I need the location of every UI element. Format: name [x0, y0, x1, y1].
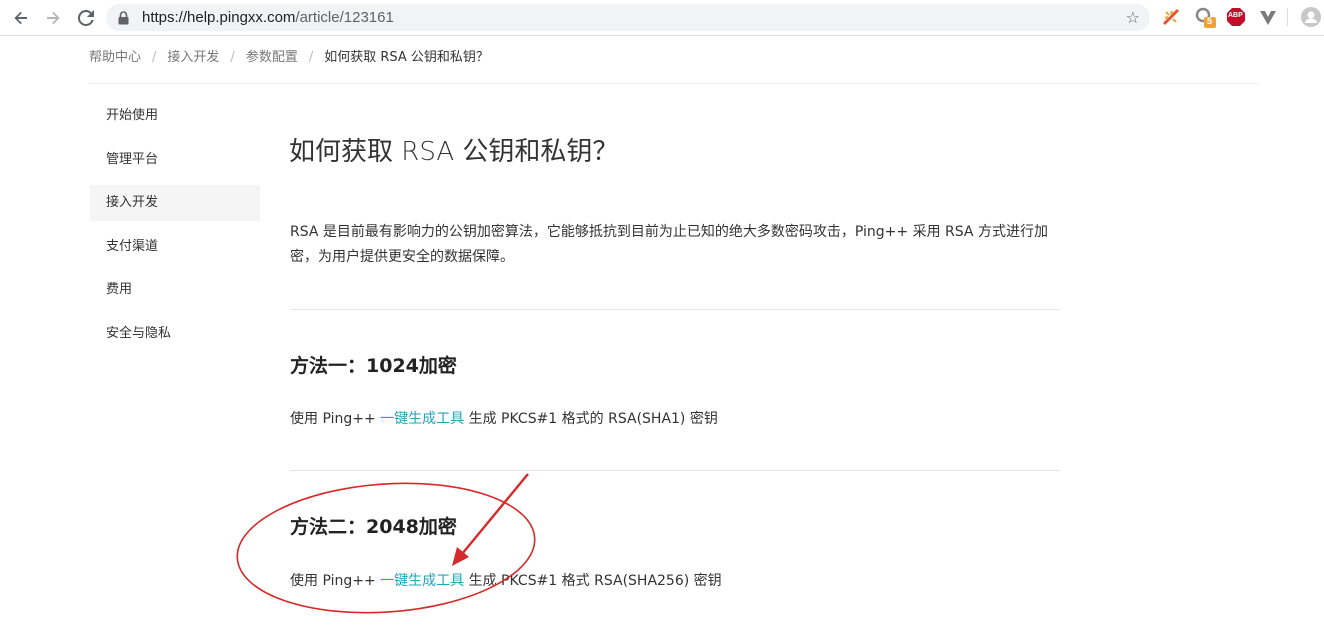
- adblock-label: ABP: [1228, 12, 1243, 19]
- breadcrumb-divider: [89, 83, 1259, 84]
- breadcrumb-item-help-center[interactable]: 帮助中心: [89, 46, 141, 65]
- breadcrumb-current: 如何获取 RSA 公钥和私钥？: [324, 50, 489, 65]
- back-icon[interactable]: [8, 5, 34, 31]
- sidebar-item-dashboard[interactable]: 管理平台: [90, 142, 260, 178]
- bookmark-star-icon[interactable]: ☆: [1126, 8, 1140, 27]
- url-host: https://help.pingxx.com: [142, 9, 296, 26]
- address-bar[interactable]: https://help.pingxx.com/article/123161 ☆: [106, 4, 1150, 31]
- method2-suffix: 生成 PKCS#1 格式 RSA(SHA256) 密钥: [464, 573, 722, 589]
- method2-paragraph: 使用 Ping++ 一键生成工具 生成 PKCS#1 格式 RSA(SHA256…: [290, 570, 722, 590]
- toolbar-divider: [1287, 8, 1288, 26]
- method1-prefix: 使用 Ping++: [290, 411, 381, 427]
- sidebar-item-getting-started[interactable]: 开始使用: [90, 98, 260, 134]
- method1-paragraph: 使用 Ping++ 一键生成工具 生成 PKCS#1 格式的 RSA(SHA1)…: [290, 408, 718, 428]
- method1-heading: 方法一：1024加密: [290, 355, 457, 377]
- method2-heading: 方法二：2048加密: [290, 516, 457, 538]
- adblock-icon[interactable]: ABP: [1226, 7, 1246, 27]
- forward-icon[interactable]: [40, 5, 66, 31]
- page-title: 如何获取 RSA 公钥和私钥？: [289, 137, 619, 167]
- breadcrumb-separator: /: [308, 50, 314, 65]
- extension-vue-icon[interactable]: [1258, 7, 1278, 27]
- breadcrumb-separator: /: [152, 50, 157, 65]
- intro-paragraph: RSA 是目前最有影响力的公钥加密算法，它能够抵抗到目前为止已知的绝大多数密码攻…: [290, 224, 1048, 265]
- method2-generator-link[interactable]: 一键生成工具: [380, 573, 464, 589]
- sidebar-item-fees[interactable]: 费用: [90, 272, 260, 308]
- annotation-ellipse: [236, 482, 536, 614]
- section-divider: [290, 470, 1060, 471]
- reload-icon[interactable]: [73, 5, 99, 31]
- profile-avatar-icon[interactable]: [1301, 7, 1321, 27]
- section-divider: [290, 309, 1060, 310]
- extension-sparkle-icon[interactable]: [1161, 7, 1181, 27]
- url-text[interactable]: https://help.pingxx.com/article/123161: [142, 9, 394, 26]
- extension-badge-count: 5: [1207, 16, 1213, 26]
- sidebar-item-integration[interactable]: 接入开发: [90, 185, 260, 221]
- breadcrumb-item-integration[interactable]: 接入开发: [167, 46, 219, 65]
- extension-badge-icon[interactable]: 5: [1195, 7, 1216, 28]
- browser-toolbar: https://help.pingxx.com/article/123161 ☆…: [0, 0, 1324, 36]
- lock-icon: [118, 10, 129, 29]
- sidebar-nav: 开始使用 管理平台 接入开发 支付渠道 费用 安全与隐私: [90, 98, 260, 359]
- method2-prefix: 使用 Ping++: [290, 573, 381, 589]
- method1-generator-link[interactable]: 一键生成工具: [380, 411, 464, 427]
- breadcrumb-item-config[interactable]: 参数配置: [246, 46, 298, 65]
- breadcrumb: 帮助中心 / 接入开发 / 参数配置 / 如何获取 RSA 公钥和私钥？: [89, 46, 489, 66]
- url-path: /article/123161: [295, 9, 394, 26]
- annotation-arrow-line: [461, 473, 529, 555]
- sidebar-item-payment-channels[interactable]: 支付渠道: [90, 229, 260, 265]
- breadcrumb-separator: /: [230, 50, 235, 65]
- sidebar-item-security-privacy[interactable]: 安全与隐私: [90, 316, 260, 352]
- annotation-arrow-head: [452, 547, 469, 566]
- method1-suffix: 生成 PKCS#1 格式的 RSA(SHA1) 密钥: [464, 411, 718, 427]
